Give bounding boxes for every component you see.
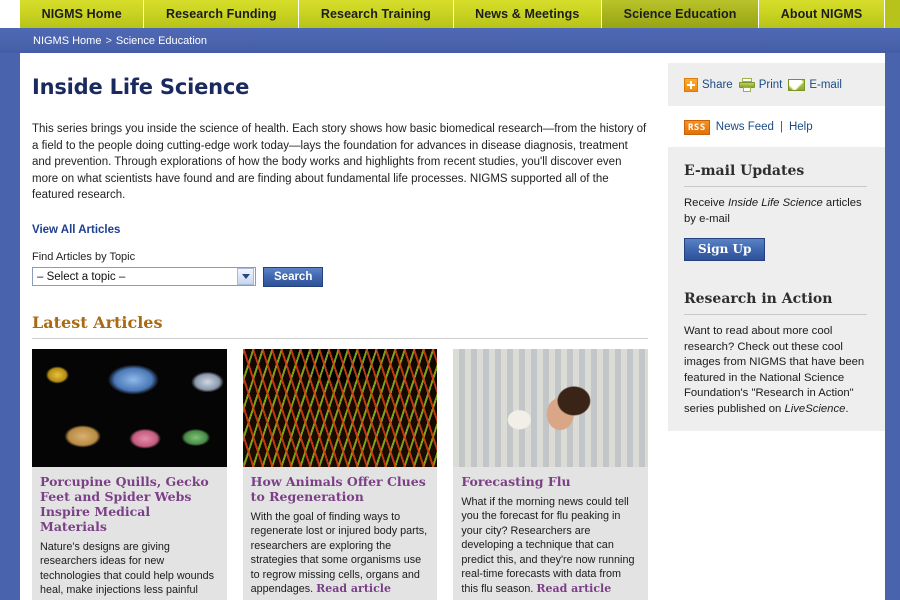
topic-select[interactable]: – Select a topic – — [32, 267, 256, 286]
nav-right-spacer — [884, 0, 900, 28]
research-in-action-heading: Research in Action — [684, 291, 867, 315]
nav-item-label: NIGMS Home — [41, 7, 122, 21]
intro-paragraph: This series brings you inside the scienc… — [32, 123, 647, 201]
nav-item-news-meetings[interactable]: News & Meetings — [453, 0, 603, 28]
article-card-body: Forecasting Flu What if the morning news… — [453, 467, 648, 600]
research-in-action-site-name: LiveScience — [784, 402, 846, 415]
search-button[interactable]: Search — [263, 266, 324, 287]
news-feed-link[interactable]: News Feed — [716, 121, 774, 133]
rss-icon[interactable]: RSS — [684, 119, 710, 135]
article-card[interactable]: Forecasting Flu What if the morning news… — [453, 348, 649, 600]
news-feed-row: RSS News Feed | Help — [668, 107, 885, 147]
printer-icon — [738, 77, 755, 92]
article-summary-text: Nature's designs are giving researchers … — [40, 540, 215, 600]
flu-thumbnail — [453, 348, 649, 467]
right-sidebar: Share Print E-mail RSS News Feed | Help — [668, 53, 885, 600]
article-card-list: Porcupine Quills, Gecko Feet and Spider … — [32, 348, 649, 600]
chevron-down-icon[interactable] — [237, 268, 254, 285]
nav-item-about-nigms[interactable]: About NIGMS — [759, 0, 885, 28]
read-article-link[interactable]: Read article — [536, 582, 611, 595]
article-summary: What if the morning news could tell you … — [461, 495, 640, 597]
nav-item-research-funding[interactable]: Research Funding — [144, 0, 300, 28]
nav-left-spacer — [0, 0, 20, 28]
nav-item-label: Research Training — [320, 7, 431, 21]
nav-item-label: Science Education — [623, 7, 737, 21]
latest-articles-heading: Latest Articles — [32, 313, 648, 339]
email-button[interactable]: E-mail — [788, 78, 842, 91]
share-label: Share — [702, 78, 733, 91]
find-articles-form: Find Articles by Topic – Select a topic … — [32, 251, 648, 287]
nav-item-label: News & Meetings — [475, 7, 580, 21]
sidebar-widgets: E-mail Updates Receive Inside Life Scien… — [668, 147, 885, 431]
email-updates-heading: E-mail Updates — [684, 163, 867, 187]
nav-item-label: About NIGMS — [780, 7, 863, 21]
article-card-body: How Animals Offer Clues to Regeneration … — [243, 467, 438, 600]
breadcrumb-current: Science Education — [115, 34, 208, 47]
page-root: NIGMS Home Research Funding Research Tra… — [0, 0, 900, 600]
plus-share-icon — [684, 77, 698, 92]
content-frame: Inside Life Science This series brings y… — [20, 53, 885, 600]
article-summary: With the goal of finding ways to regener… — [251, 510, 430, 597]
share-button[interactable]: Share — [684, 77, 733, 92]
sign-up-button[interactable]: Sign Up — [684, 238, 766, 261]
article-summary-text: What if the morning news could tell you … — [461, 495, 635, 595]
article-card-body: Porcupine Quills, Gecko Feet and Spider … — [32, 467, 227, 600]
gecko-feet-thumbnail — [32, 348, 227, 467]
page-title: Inside Life Science — [32, 75, 250, 99]
breadcrumb-link-home[interactable]: NIGMS Home — [33, 35, 101, 47]
view-all-articles-link[interactable]: View All Articles — [32, 224, 120, 236]
print-label: Print — [758, 78, 783, 91]
main-column: Inside Life Science This series brings y… — [20, 53, 668, 600]
find-articles-label: Find Articles by Topic — [32, 250, 136, 263]
nav-item-nigms-home[interactable]: NIGMS Home — [20, 0, 145, 28]
email-updates-series-name: Inside Life Science — [727, 197, 823, 209]
breadcrumb: NIGMS Home > Science Education — [33, 35, 207, 47]
primary-navigation: NIGMS Home Research Funding Research Tra… — [0, 0, 900, 28]
link-divider: | — [779, 121, 783, 133]
read-article-link[interactable]: Read article — [316, 582, 391, 595]
topic-select-value: – Select a topic – — [37, 270, 126, 283]
nav-item-science-education[interactable]: Science Education — [602, 0, 760, 28]
article-title-link[interactable]: Porcupine Quills, Gecko Feet and Spider … — [40, 474, 219, 534]
email-updates-text-before: Receive — [684, 197, 728, 209]
print-button[interactable]: Print — [738, 77, 783, 92]
search-row: – Select a topic – Search — [32, 266, 648, 287]
breadcrumb-bar: NIGMS Home > Science Education — [0, 28, 900, 53]
research-in-action-widget: Research in Action Want to read about mo… — [668, 275, 885, 431]
research-in-action-text-before: Want to read about more cool research? C… — [684, 325, 865, 415]
regeneration-thumbnail — [242, 348, 438, 467]
email-updates-widget: E-mail Updates Receive Inside Life Scien… — [668, 147, 885, 275]
share-toolbar: Share Print E-mail — [668, 63, 885, 107]
research-in-action-text: Want to read about more cool research? C… — [684, 324, 867, 417]
share-panel: Share Print E-mail — [668, 63, 885, 107]
help-link[interactable]: Help — [789, 121, 813, 133]
article-card[interactable]: Porcupine Quills, Gecko Feet and Spider … — [32, 348, 227, 600]
nav-item-research-training[interactable]: Research Training — [299, 0, 454, 28]
envelope-icon — [788, 78, 806, 91]
article-card[interactable]: How Animals Offer Clues to Regeneration … — [242, 348, 438, 600]
breadcrumb-separator: > — [105, 34, 112, 47]
email-label: E-mail — [809, 78, 842, 91]
email-updates-text: Receive Inside Life Science articles by … — [684, 196, 867, 227]
article-title-link[interactable]: How Animals Offer Clues to Regeneration — [251, 474, 430, 504]
article-summary: Nature's designs are giving researchers … — [40, 540, 219, 600]
research-in-action-text-after: . — [845, 402, 849, 415]
article-title-link[interactable]: Forecasting Flu — [461, 474, 640, 489]
nav-item-label: Research Funding — [165, 7, 277, 21]
